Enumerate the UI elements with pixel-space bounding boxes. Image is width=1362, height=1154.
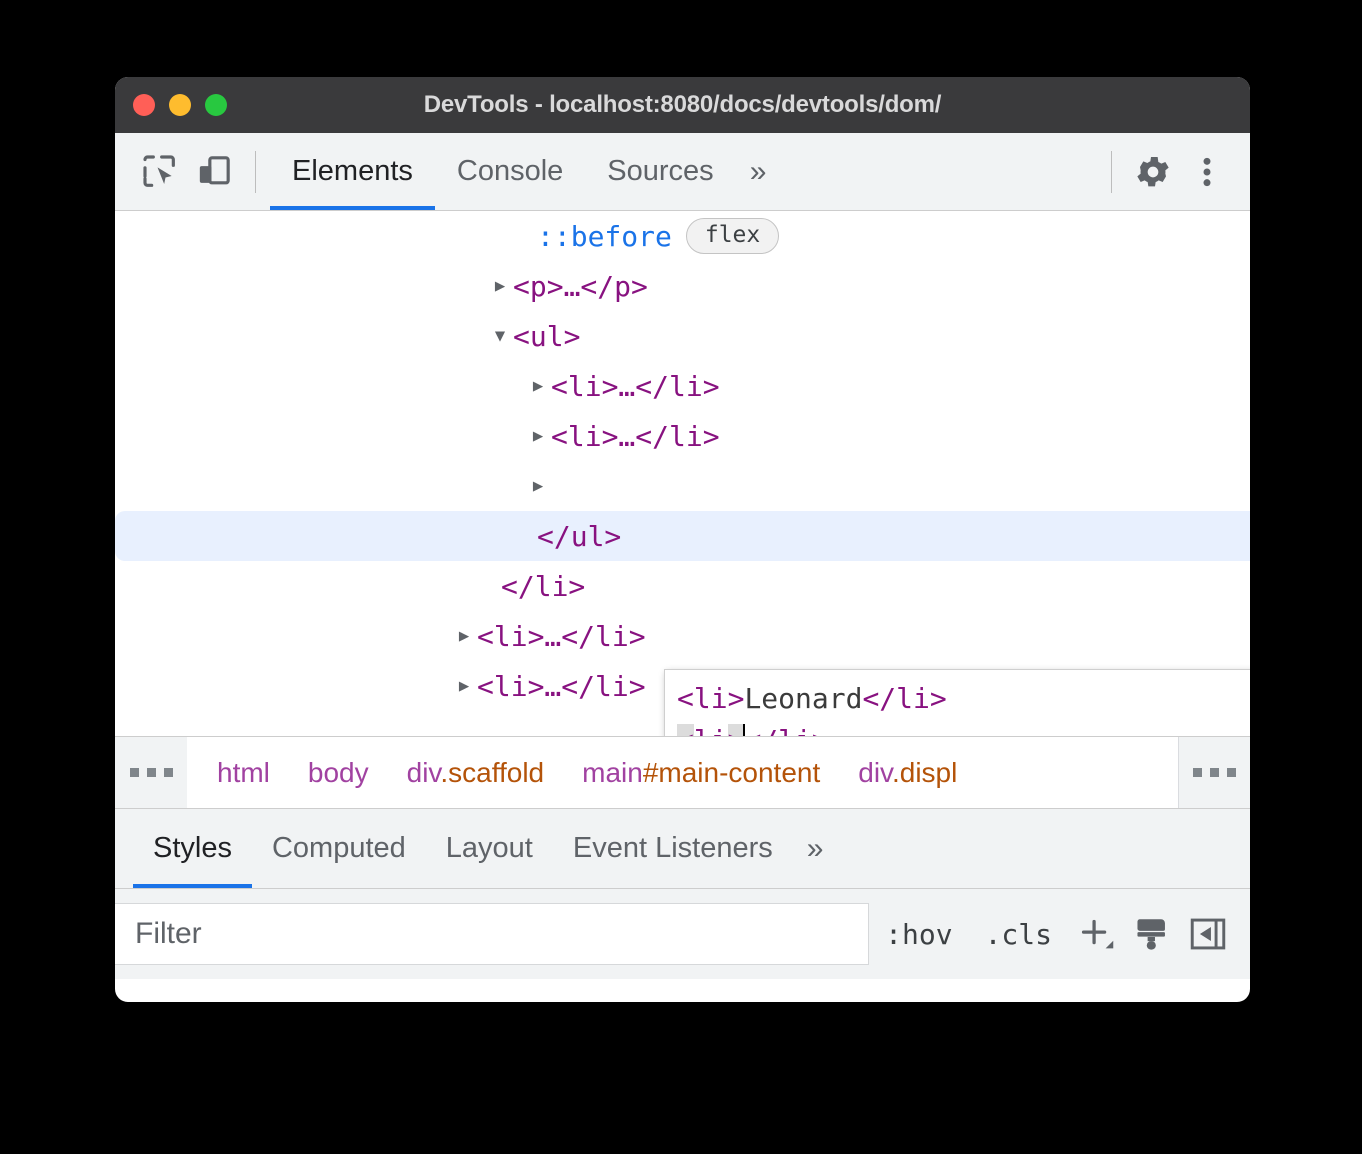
toolbar-divider — [255, 151, 256, 193]
edit-close-tag: </li> — [744, 724, 828, 736]
window-titlebar: DevTools - localhost:8080/docs/devtools/… — [115, 77, 1250, 133]
breadcrumb-item-div-displ[interactable]: div.displ — [858, 757, 957, 789]
tab-styles[interactable]: Styles — [133, 809, 252, 888]
devtools-window: DevTools - localhost:8080/docs/devtools/… — [115, 77, 1250, 1002]
pseudo-element-label: ::before — [537, 220, 672, 253]
disclosure-triangle-collapsed[interactable]: ▶ — [451, 626, 477, 646]
breadcrumb-item-main-content[interactable]: main#main-content — [582, 757, 820, 789]
bracket-close-highlight: > — [728, 724, 745, 736]
styles-filter-bar: Filter :hov .cls — [115, 889, 1250, 979]
edit-as-html-popup[interactable]: <li>Leonard</li> <li></li> — [664, 669, 1250, 736]
dom-row-ul-open[interactable]: ▼ <ul> — [115, 311, 1250, 361]
tab-layout[interactable]: Layout — [426, 809, 553, 888]
bracket-open-highlight: < — [677, 724, 694, 736]
force-state-button[interactable]: :hov — [869, 918, 968, 951]
device-toolbar-icon[interactable] — [187, 145, 241, 199]
dom-node-label: <p>…</p> — [513, 270, 648, 303]
dom-row-li-1[interactable]: ▶ <li>…</li> — [115, 361, 1250, 411]
disclosure-triangle-collapsed[interactable]: ▶ — [451, 676, 477, 696]
breadcrumb-list: html body div.scaffold main#main-content… — [187, 737, 1178, 808]
disclosure-triangle-collapsed[interactable]: ▶ — [525, 376, 551, 396]
panel-tabs: Elements Console Sources » — [270, 133, 780, 210]
traffic-light-buttons — [115, 94, 227, 116]
toggle-sidebar-icon[interactable] — [1180, 906, 1236, 962]
dom-row-li-2[interactable]: ▶ <li>…</li> — [115, 411, 1250, 461]
window-title: DevTools - localhost:8080/docs/devtools/… — [115, 91, 1250, 119]
plus-icon[interactable] — [1068, 906, 1124, 962]
inspect-element-icon[interactable] — [133, 145, 187, 199]
more-pane-tabs-icon[interactable]: » — [793, 832, 838, 866]
breadcrumb-tag: div — [858, 757, 892, 788]
breadcrumb-attr: .scaffold — [440, 757, 544, 788]
tab-event-listeners[interactable]: Event Listeners — [553, 809, 793, 888]
dom-node-label: <li>…</li> — [477, 620, 646, 653]
kebab-menu-icon[interactable] — [1180, 145, 1234, 199]
tab-computed[interactable]: Computed — [252, 809, 426, 888]
element-classes-button[interactable]: .cls — [969, 918, 1068, 951]
edit-text-content: Leonard — [744, 682, 862, 715]
edit-popup-line-2[interactable]: <li></li> — [677, 720, 1250, 736]
disclosure-triangle-expanded[interactable]: ▼ — [487, 326, 513, 346]
breadcrumb-tag: main — [582, 757, 643, 788]
gear-icon[interactable] — [1126, 145, 1180, 199]
ellipsis-icon — [130, 768, 173, 777]
dom-row-before[interactable]: ▶ ::before flex — [115, 211, 1250, 261]
edit-popup-line-1[interactable]: <li>Leonard</li> — [677, 678, 1250, 720]
edit-close-tag: </li> — [862, 682, 946, 715]
dom-node-label: <li>…</li> — [551, 420, 720, 453]
dom-row-li-3-editing[interactable]: ▶ — [115, 461, 1250, 511]
edit-tag-name: li — [694, 724, 728, 736]
breadcrumb-tag: div — [407, 757, 441, 788]
breadcrumb-tag: body — [308, 757, 369, 788]
breadcrumb-overflow-left[interactable] — [115, 737, 187, 808]
breadcrumb-item-html[interactable]: html — [217, 757, 270, 789]
breadcrumb-item-body[interactable]: body — [308, 757, 369, 789]
more-tabs-icon[interactable]: » — [736, 155, 781, 189]
disclosure-triangle-collapsed[interactable]: ▶ — [525, 426, 551, 446]
dom-node-label: </ul> — [537, 520, 621, 553]
tab-console[interactable]: Console — [435, 133, 585, 210]
dom-node-label: <li>…</li> — [551, 370, 720, 403]
dom-row-li-close[interactable]: ▶ </li> — [115, 561, 1250, 611]
dom-node-label: <li>…</li> — [477, 670, 646, 703]
ellipsis-icon — [1193, 768, 1236, 777]
dom-node-label: <ul> — [513, 320, 580, 353]
dom-tree[interactable]: ▶ ::before flex ▶ <p>…</p> ▼ <ul> ▶ <li>… — [115, 211, 1250, 736]
dom-row-ul-close[interactable]: ▶ </ul> — [115, 511, 1250, 561]
breadcrumb-overflow-right[interactable] — [1178, 737, 1250, 808]
close-button[interactable] — [133, 94, 155, 116]
filter-input[interactable]: Filter — [115, 903, 869, 965]
flex-badge[interactable]: flex — [686, 218, 779, 254]
dom-row-p[interactable]: ▶ <p>…</p> — [115, 261, 1250, 311]
styles-pane-tabs: Styles Computed Layout Event Listeners » — [115, 809, 1250, 889]
devtools-main-toolbar: Elements Console Sources » — [115, 133, 1250, 211]
disclosure-triangle-collapsed[interactable]: ▶ — [525, 476, 551, 496]
breadcrumb: html body div.scaffold main#main-content… — [115, 736, 1250, 809]
breadcrumb-item-div-scaffold[interactable]: div.scaffold — [407, 757, 545, 789]
paintbrush-icon[interactable] — [1124, 906, 1180, 962]
edit-open-tag: <li> — [677, 682, 744, 715]
dom-node-label: </li> — [501, 570, 585, 603]
dom-row-li-4[interactable]: ▶ <li>…</li> — [115, 611, 1250, 661]
toolbar-divider-right — [1111, 151, 1112, 193]
breadcrumb-attr: #main-content — [643, 757, 820, 788]
tab-elements[interactable]: Elements — [270, 133, 435, 210]
breadcrumb-attr: .displ — [892, 757, 957, 788]
breadcrumb-tag: html — [217, 757, 270, 788]
disclosure-triangle-collapsed[interactable]: ▶ — [487, 276, 513, 296]
tab-sources[interactable]: Sources — [585, 133, 735, 210]
maximize-button[interactable] — [205, 94, 227, 116]
minimize-button[interactable] — [169, 94, 191, 116]
